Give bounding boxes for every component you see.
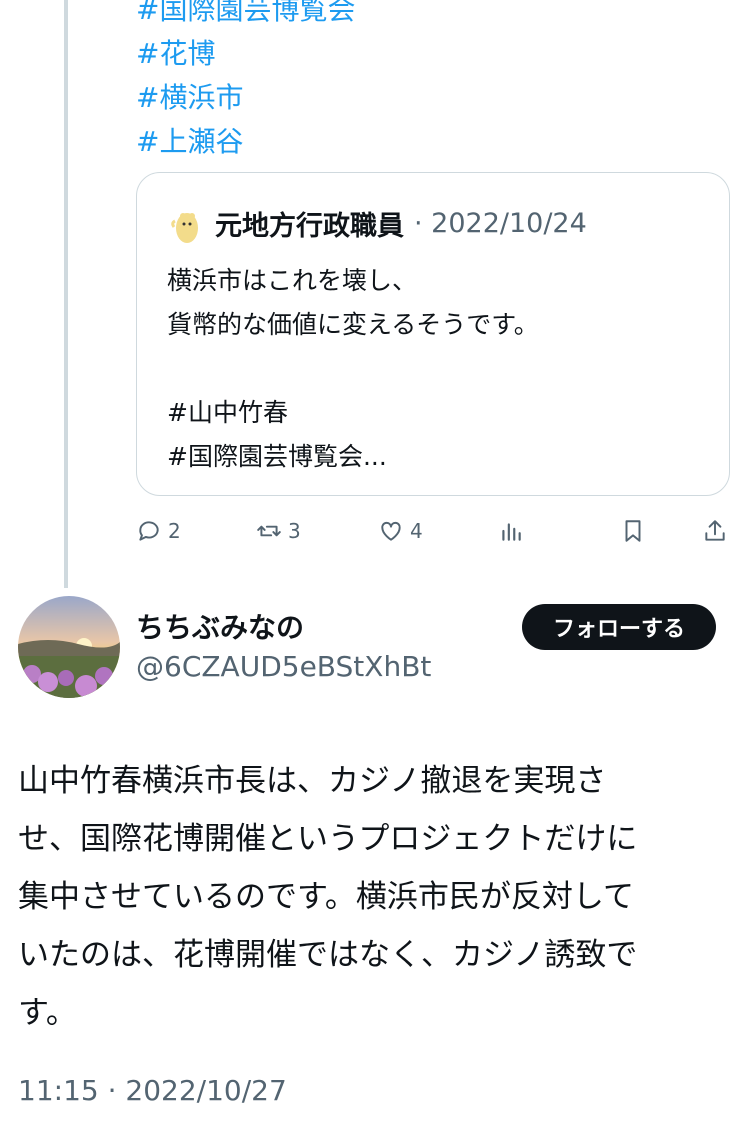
follow-button[interactable]: フォローする xyxy=(522,604,716,650)
quote-text: 横浜市はこれを壊し、 貨幣的な価値に変えるそうです。 #山中竹春 #国際園芸博覧… xyxy=(167,259,539,479)
retweet-button[interactable]: 3 xyxy=(256,518,301,544)
quote-line xyxy=(167,347,539,391)
tweet-line: 山中竹春横浜市長は、カジノ撤退を実現さ xyxy=(18,763,607,799)
retweet-icon xyxy=(257,525,281,537)
quote-date: · 2022/10/24 xyxy=(414,207,587,239)
quote-line: #山中竹春 xyxy=(167,398,288,427)
bookmark-button[interactable] xyxy=(620,518,646,544)
reply-icon xyxy=(139,521,159,541)
author-name[interactable]: ちちぶみなの xyxy=(136,606,304,646)
tweet-timestamp[interactable]: 11:15 · 2022/10/27 xyxy=(18,1074,287,1107)
quote-author-name[interactable]: 元地方行政職員 xyxy=(215,204,404,243)
hashtag-link[interactable]: #上瀬谷 xyxy=(136,120,355,164)
quote-line: 横浜市はこれを壊し、 xyxy=(167,266,418,295)
quote-tweet-card[interactable]: 元地方行政職員 · 2022/10/24 横浜市はこれを壊し、 貨幣的な価値に変… xyxy=(136,172,730,496)
quote-line: #国際園芸博覧会... xyxy=(167,442,387,471)
tweet-line: せ、国際花博開催というプロジェクトだけに xyxy=(18,821,638,857)
tweet-line: す。 xyxy=(18,995,77,1031)
reply-count: 2 xyxy=(168,519,181,543)
thread-line xyxy=(64,0,68,588)
hashtag-link[interactable]: #横浜市 xyxy=(136,76,355,120)
share-button[interactable] xyxy=(702,518,728,544)
author-avatar[interactable] xyxy=(18,596,120,698)
reply-button[interactable]: 2 xyxy=(136,518,181,544)
hashtag-link[interactable]: #花博 xyxy=(136,32,355,76)
like-count: 4 xyxy=(410,519,423,543)
tweet-line: いたのは、花博開催ではなく、カジノ誘致で xyxy=(18,937,638,973)
analytics-button[interactable] xyxy=(498,518,524,544)
author-handle[interactable]: @6CZAUD5eBStXhBt xyxy=(136,650,431,683)
share-icon xyxy=(705,520,725,541)
retweet-count: 3 xyxy=(288,519,301,543)
tweet-text: 山中竹春横浜市長は、カジノ撤退を実現さ せ、国際花博開催というプロジェクトだけに… xyxy=(18,752,730,1042)
like-button[interactable]: 4 xyxy=(378,518,423,544)
quote-header: 元地方行政職員 · 2022/10/24 xyxy=(169,203,587,243)
quote-line: 貨幣的な価値に変えるそうです。 xyxy=(167,310,539,339)
tweet-line: 集中させているのです。横浜市民が反対して xyxy=(18,879,634,915)
like-icon xyxy=(381,521,401,541)
bookmark-icon xyxy=(625,520,641,542)
hashtag-link[interactable]: #国際園芸博覧会 xyxy=(136,0,355,32)
hashtag-list: #国際園芸博覧会 #花博 #横浜市 #上瀬谷 xyxy=(136,0,355,164)
analytics-icon xyxy=(502,523,521,541)
tweet-action-bar: 2 3 4 xyxy=(136,518,736,558)
quote-author-avatar[interactable] xyxy=(169,203,205,243)
